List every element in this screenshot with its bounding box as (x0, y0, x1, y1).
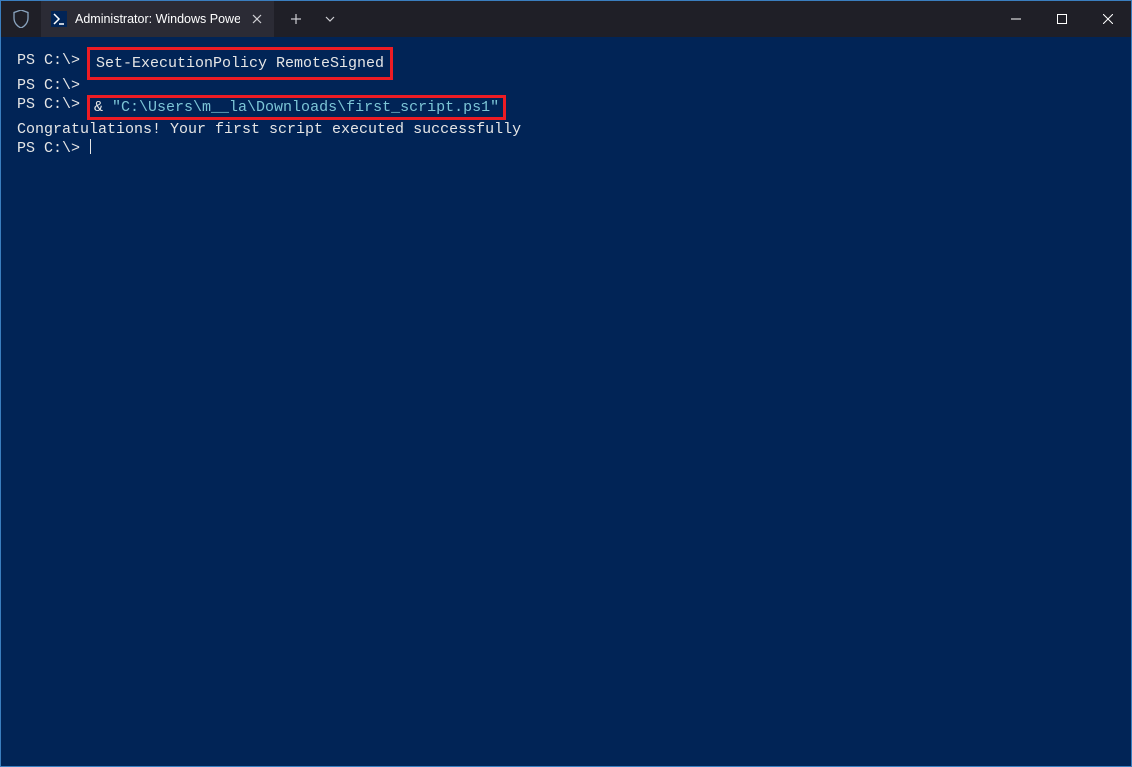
prompt: PS C:\> (17, 76, 80, 95)
tab-actions (274, 5, 344, 33)
powershell-icon (51, 11, 67, 27)
titlebar-left: Administrator: Windows Powe (1, 1, 993, 37)
command-text: Set-ExecutionPolicy RemoteSigned (96, 55, 384, 72)
window-controls (993, 1, 1131, 37)
new-tab-button[interactable] (282, 5, 310, 33)
tab-title: Administrator: Windows Powe (75, 12, 240, 26)
active-tab[interactable]: Administrator: Windows Powe (41, 1, 274, 37)
minimize-button[interactable] (993, 1, 1039, 37)
prompt: PS C:\> (17, 51, 89, 70)
highlight-box: Set-ExecutionPolicy RemoteSigned (87, 47, 393, 80)
cursor (90, 139, 91, 154)
terminal-line: Congratulations! Your first script execu… (17, 120, 1115, 139)
command-text: & (94, 99, 112, 116)
command-text: "C:\Users\m__la\Downloads\first_script.p… (112, 99, 499, 116)
uac-shield-area (1, 1, 41, 37)
terminal-line: PS C:\> Set-ExecutionPolicy RemoteSigned (17, 51, 1115, 76)
terminal-line: PS C:\> & "C:\Users\m__la\Downloads\firs… (17, 95, 1115, 120)
maximize-button[interactable] (1039, 1, 1085, 37)
prompt: PS C:\> (17, 95, 89, 114)
titlebar: Administrator: Windows Powe (1, 1, 1131, 37)
shield-icon (13, 10, 29, 28)
tab-close-button[interactable] (248, 10, 266, 28)
prompt: PS C:\> (17, 139, 89, 158)
terminal-output-area[interactable]: PS C:\> Set-ExecutionPolicy RemoteSigned… (1, 37, 1131, 168)
highlight-box: & "C:\Users\m__la\Downloads\first_script… (87, 95, 506, 120)
terminal-line: PS C:\> (17, 139, 1115, 158)
tab-dropdown-button[interactable] (316, 5, 344, 33)
close-button[interactable] (1085, 1, 1131, 37)
output-text: Congratulations! Your first script execu… (17, 120, 521, 139)
